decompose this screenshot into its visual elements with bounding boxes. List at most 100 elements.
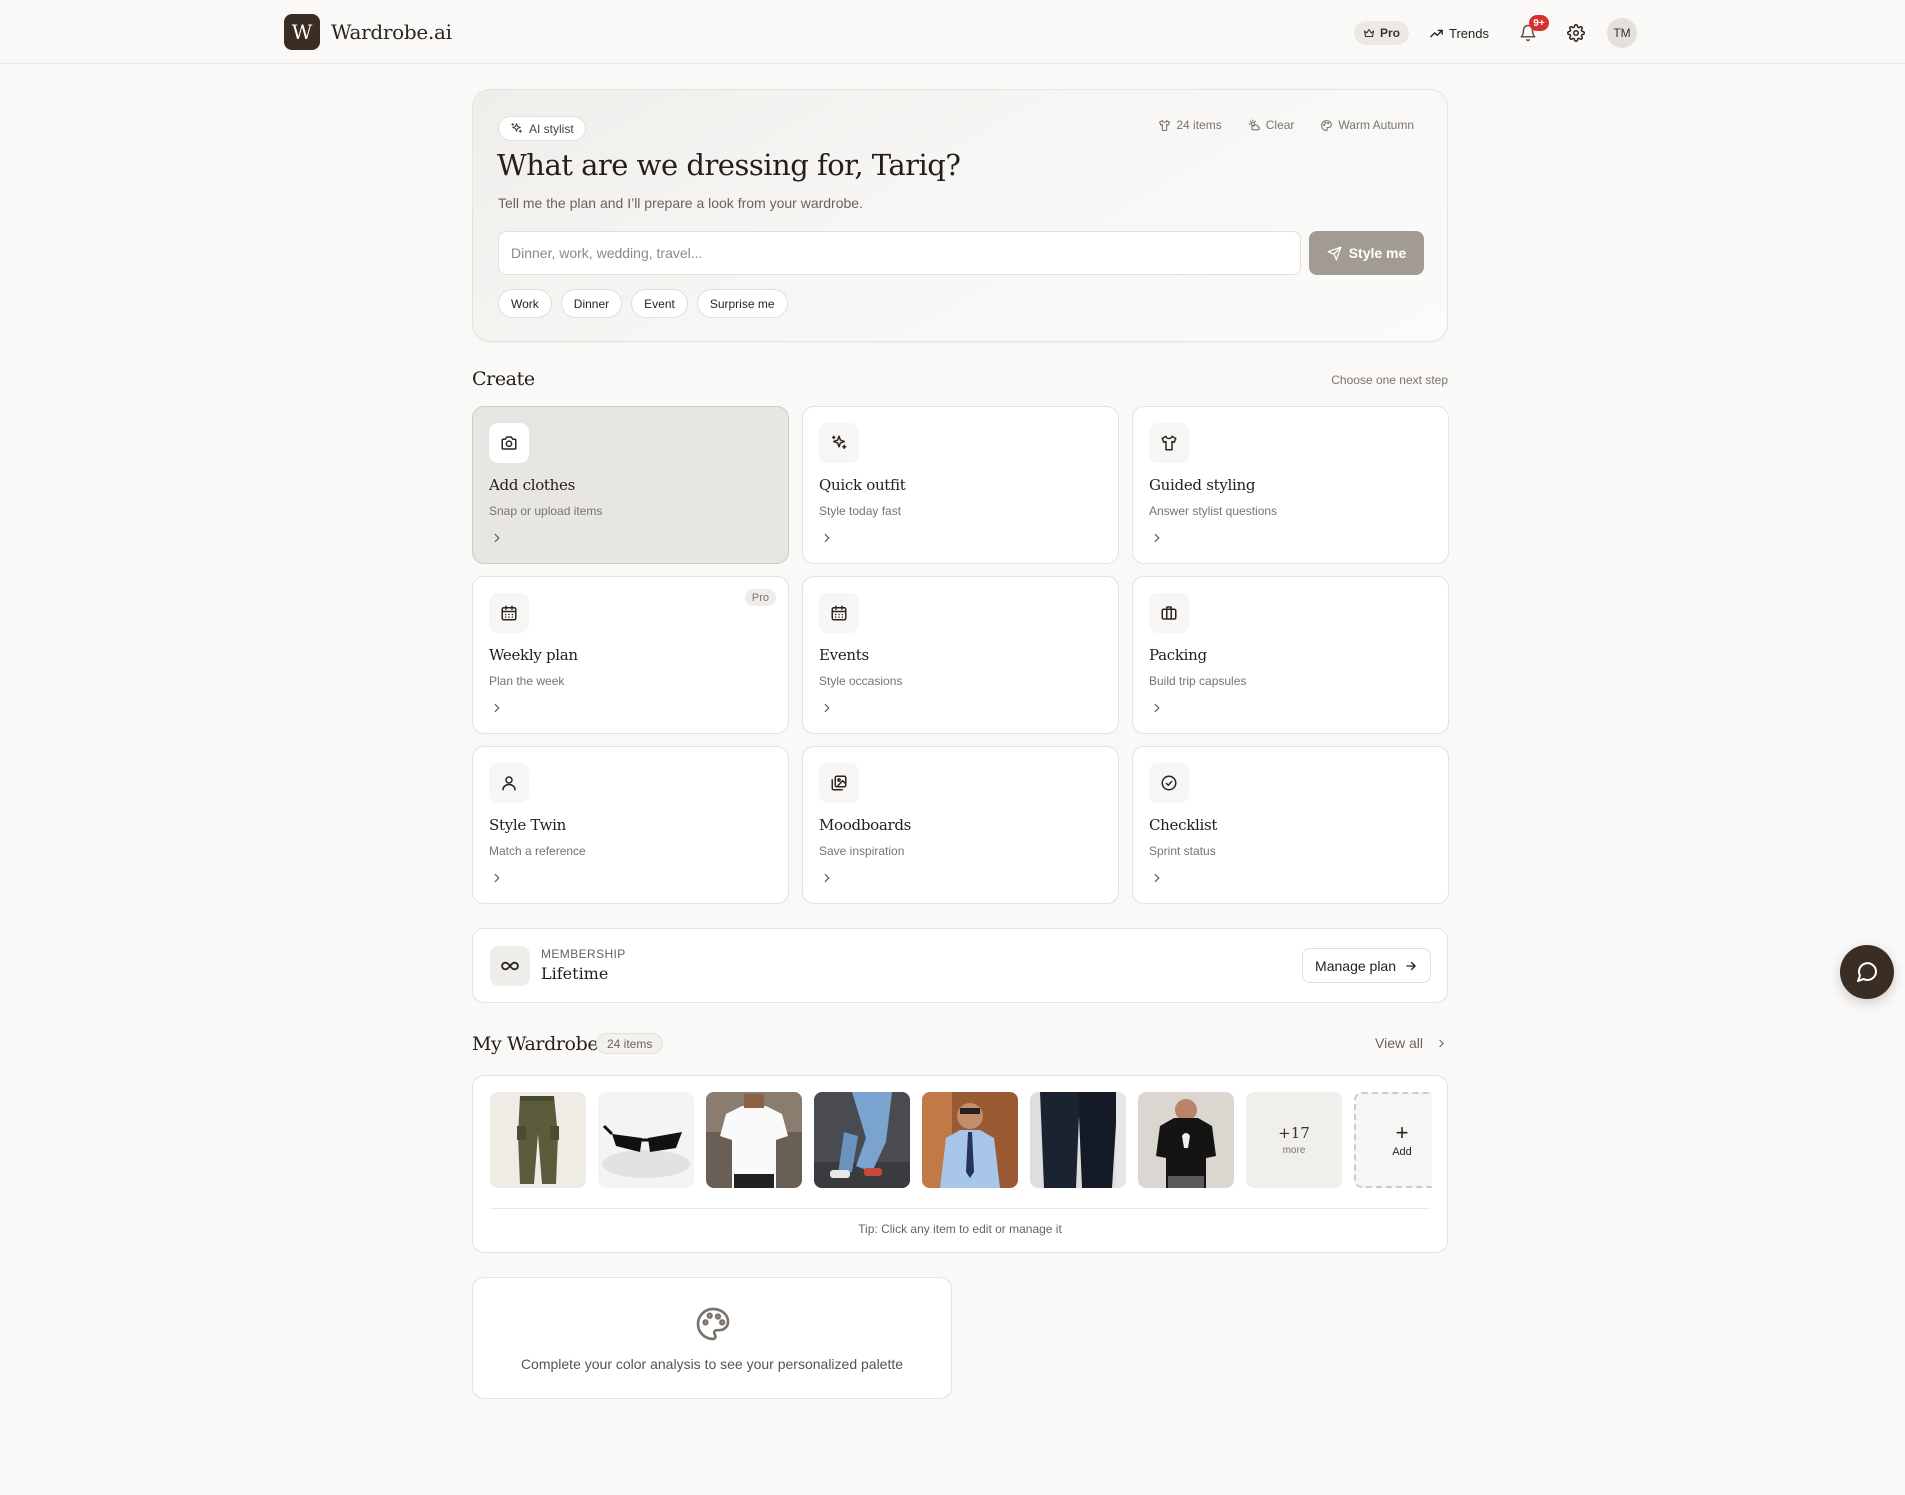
- trends-link[interactable]: Trends: [1429, 26, 1489, 41]
- tile-icon-wrap: [1149, 763, 1189, 803]
- tile-title: Checklist: [1149, 816, 1218, 834]
- tile-subtitle: Answer stylist questions: [1149, 504, 1278, 518]
- ai-stylist-label: AI stylist: [529, 121, 574, 136]
- style-me-button[interactable]: Style me: [1309, 231, 1424, 275]
- more-items-tile[interactable]: +17 more: [1246, 1092, 1342, 1188]
- wardrobe-count: 24 items: [596, 1033, 664, 1054]
- tile-style-twin[interactable]: Style Twin Match a reference: [472, 746, 789, 904]
- plus-icon: +: [1395, 1119, 1409, 1145]
- check-circle-icon: [1161, 775, 1177, 791]
- tile-title: Events: [819, 646, 869, 664]
- user-avatar[interactable]: TM: [1607, 18, 1637, 48]
- membership-card: MEMBERSHIP Lifetime Manage plan: [472, 928, 1448, 1003]
- tile-icon-wrap: [819, 763, 859, 803]
- meta-items: 24 items: [1158, 118, 1222, 132]
- manage-plan-button[interactable]: Manage plan: [1302, 948, 1431, 983]
- view-all-link[interactable]: View all: [1375, 1035, 1448, 1051]
- brand-name: Wardrobe.ai: [331, 20, 452, 44]
- blue-jeans-outfit-photo[interactable]: [814, 1092, 910, 1188]
- black-sunglasses-photo[interactable]: [598, 1092, 694, 1188]
- olive-cargo-pants-photo[interactable]: [490, 1092, 586, 1188]
- thumb-graphic: [706, 1092, 802, 1188]
- tile-checklist[interactable]: Checklist Sprint status: [1132, 746, 1449, 904]
- palette-icon: [1321, 119, 1333, 131]
- sparkles-icon: [511, 123, 522, 133]
- quick-chips: Work Dinner Event Surprise me: [498, 289, 788, 318]
- tile-icon-wrap: [489, 763, 529, 803]
- tile-title: Moodboards: [819, 816, 912, 834]
- tile-title: Weekly plan: [489, 646, 578, 664]
- sparkles-icon: [831, 435, 847, 449]
- tile-moodboards[interactable]: Moodboards Save inspiration: [802, 746, 1119, 904]
- dark-denim-jeans-photo[interactable]: [1030, 1092, 1126, 1188]
- tile-title: Packing: [1149, 646, 1207, 664]
- occasion-input[interactable]: [498, 231, 1301, 275]
- meta-season: Warm Autumn: [1320, 118, 1414, 132]
- header-actions: Pro Trends 9+ TM: [1354, 15, 1637, 48]
- crown-icon: [1363, 28, 1375, 38]
- chip-dinner[interactable]: Dinner: [560, 289, 623, 318]
- tile-subtitle: Save inspiration: [819, 844, 905, 858]
- thumb-graphic: [814, 1092, 910, 1188]
- chip-event[interactable]: Event: [631, 289, 688, 318]
- chip-surprise-me[interactable]: Surprise me: [696, 289, 788, 318]
- camera-icon: [501, 436, 517, 450]
- thumb-graphic: [922, 1092, 1018, 1188]
- style-me-label: Style me: [1348, 245, 1407, 261]
- tile-quick-outfit[interactable]: Quick outfit Style today fast: [802, 406, 1119, 564]
- tile-icon-wrap: [819, 593, 859, 633]
- color-analysis-message: Complete your color analysis to see your…: [520, 1356, 904, 1372]
- top-nav: W Wardrobe.ai Pro Trends 9+ TM: [0, 0, 1905, 64]
- settings-button[interactable]: [1567, 24, 1585, 42]
- chevron-right-icon: [1154, 873, 1160, 883]
- membership-value: Lifetime: [541, 964, 609, 983]
- chevron-right-icon: [494, 873, 500, 883]
- tile-packing[interactable]: Packing Build trip capsules: [1132, 576, 1449, 734]
- chat-button[interactable]: [1840, 945, 1894, 999]
- calendar-icon: [831, 605, 847, 621]
- tile-guided-styling[interactable]: Guided styling Answer stylist questions: [1132, 406, 1449, 564]
- chat-bubble-icon: [1857, 962, 1877, 982]
- wardrobe-tip: Tip: Click any item to edit or manage it: [858, 1222, 1062, 1236]
- notifications-button[interactable]: 9+: [1519, 15, 1549, 42]
- tile-add-clothes[interactable]: Add clothes Snap or upload items: [472, 406, 789, 564]
- tile-title: Quick outfit: [819, 476, 906, 494]
- view-all-label: View all: [1375, 1035, 1423, 1051]
- hero-title: What are we dressing for, Tariq?: [497, 148, 961, 182]
- chip-work[interactable]: Work: [498, 289, 552, 318]
- add-label: Add: [1392, 1145, 1412, 1158]
- manage-plan-label: Manage plan: [1315, 957, 1396, 974]
- tile-subtitle: Build trip capsules: [1149, 674, 1247, 688]
- wardrobe-thumbnails: +17 more + Add: [490, 1092, 1432, 1189]
- blue-shirt-man-photo[interactable]: [922, 1092, 1018, 1188]
- tile-subtitle: Match a reference: [489, 844, 586, 858]
- notification-badge: 9+: [1529, 15, 1549, 31]
- wardrobe-card: +17 more + Add Tip: Click any item to ed…: [472, 1075, 1448, 1253]
- tile-title: Style Twin: [489, 816, 566, 834]
- arrow-right-icon: [1406, 961, 1416, 970]
- tile-events[interactable]: Events Style occasions: [802, 576, 1119, 734]
- tile-weekly-plan[interactable]: Pro Weekly plan Plan the week: [472, 576, 789, 734]
- brand-logo: W: [284, 14, 320, 50]
- pro-badge: Pro: [744, 589, 776, 606]
- create-grid: Add clothes Snap or upload items Quick o…: [472, 406, 1449, 904]
- tile-subtitle: Plan the week: [489, 674, 565, 688]
- tile-subtitle: Snap or upload items: [489, 504, 603, 518]
- chevron-right-icon: [824, 873, 830, 883]
- infinity-icon: [501, 961, 519, 971]
- meta-weather: Clear: [1248, 118, 1295, 132]
- white-tshirt-photo[interactable]: [706, 1092, 802, 1188]
- add-item-tile[interactable]: + Add: [1354, 1092, 1432, 1188]
- trending-up-icon: [1430, 29, 1443, 37]
- tile-title: Guided styling: [1149, 476, 1256, 494]
- shirt-icon: [1159, 119, 1171, 131]
- pro-label: Pro: [1380, 26, 1401, 40]
- gear-icon: [1567, 24, 1585, 42]
- black-graphic-tee-photo[interactable]: [1138, 1092, 1234, 1188]
- brand[interactable]: W Wardrobe.ai: [284, 14, 452, 50]
- pro-button[interactable]: Pro: [1354, 21, 1410, 45]
- hero-subtitle: Tell me the plan and I’ll prepare a look…: [498, 195, 863, 211]
- meta-weather-label: Clear: [1265, 118, 1295, 132]
- tile-icon-wrap: [489, 423, 529, 463]
- color-analysis-card[interactable]: Complete your color analysis to see your…: [472, 1277, 952, 1399]
